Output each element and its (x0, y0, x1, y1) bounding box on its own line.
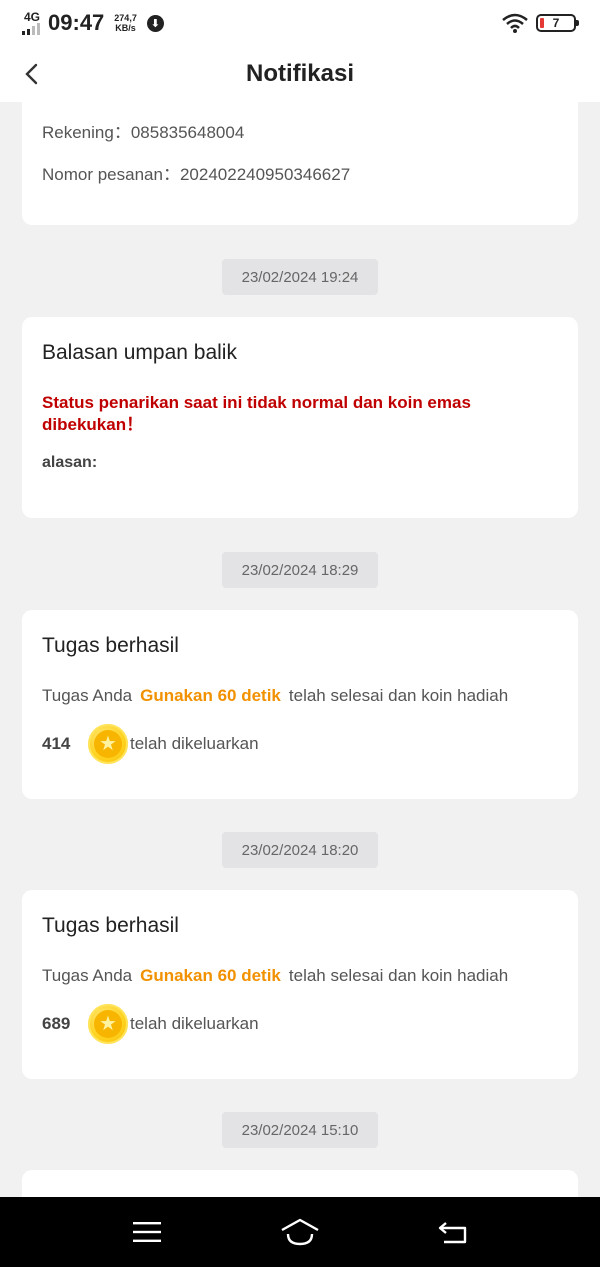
reward-row: 689 ★ telah dikeluarkan (42, 1002, 259, 1046)
page-title: Notifikasi (245, 60, 355, 87)
warning-text: Status penarikan saat ini tidak normal d… (42, 393, 471, 434)
clock: 09:47 (48, 10, 105, 35)
wifi-icon (502, 13, 528, 33)
system-nav-bar (0, 1197, 600, 1267)
notification-list[interactable]: Rekening：085835648004 Nomor pesanan：2024… (0, 102, 600, 1197)
reason-label: alasan: (42, 454, 98, 471)
chevron-left-icon[interactable] (18, 60, 44, 88)
notification-card: Rekening：085835648004 Nomor pesanan：2024… (22, 102, 578, 225)
date-badge: 23/02/2024 18:29 (222, 552, 378, 588)
notification-card[interactable]: Tugas berhasil Tugas Anda Gunakan 60 deti… (22, 610, 578, 799)
rekening-row: Rekening：085835648004 (42, 118, 244, 143)
reward-amount: 414 (42, 734, 71, 753)
task-text: Tugas Anda Gunakan 60 detik telah selesai … (42, 966, 508, 986)
card-title: Tugas berhasil (42, 634, 179, 657)
battery-icon: 7 (536, 14, 579, 32)
status-left: 4G 09:47 274,7 KB/s ⬇ (22, 10, 164, 36)
menu-icon[interactable] (125, 1214, 169, 1250)
back-icon[interactable] (431, 1214, 475, 1250)
reward-row: 414 ★ telah dikeluarkan (42, 722, 259, 766)
order-label: Nomor pesanan： (42, 165, 180, 184)
order-row: Nomor pesanan：202402240950346627 (42, 160, 350, 185)
notification-card[interactable] (22, 1170, 578, 1197)
gold-coin-icon: ★ (88, 724, 128, 764)
download-icon: ⬇ (146, 14, 164, 32)
date-badge: 23/02/2024 18:20 (222, 832, 378, 868)
rekening-label: Rekening： (42, 123, 131, 142)
card-title: Balasan umpan balik (42, 341, 237, 364)
speed-value: 274,7 (114, 13, 137, 23)
app-header: Notifikasi (0, 46, 600, 102)
task-suffix: telah selesai dan koin hadiah (288, 686, 509, 705)
status-bar: 4G 09:47 274,7 KB/s ⬇ 7 (0, 0, 600, 46)
status-right: 7 (502, 13, 579, 33)
task-highlight: Gunakan 60 detik (140, 686, 281, 705)
order-value: 202402240950346627 (179, 165, 351, 184)
network-indicator: 4G (22, 10, 41, 35)
network-type: 4G (24, 10, 41, 24)
notification-card[interactable]: Tugas berhasil Tugas Anda Gunakan 60 deti… (22, 890, 578, 1079)
speed-unit: KB/s (115, 23, 136, 33)
battery-percent: 7 (552, 16, 560, 30)
task-text: Tugas Anda Gunakan 60 detik telah selesai … (42, 686, 508, 706)
task-prefix: Tugas Anda (42, 966, 133, 985)
battery-level (540, 18, 544, 28)
date-badge: 23/02/2024 19:24 (222, 259, 378, 295)
reward-status: telah dikeluarkan (130, 734, 259, 753)
rekening-value: 085835648004 (130, 123, 245, 142)
task-prefix: Tugas Anda (42, 686, 133, 705)
signal-icon (22, 23, 40, 35)
date-badge: 23/02/2024 15:10 (222, 1112, 378, 1148)
task-suffix: telah selesai dan koin hadiah (288, 966, 509, 985)
home-icon[interactable] (278, 1214, 322, 1250)
gold-coin-icon: ★ (88, 1004, 128, 1044)
card-title: Tugas berhasil (42, 914, 179, 937)
notification-card[interactable]: Balasan umpan balik Status penarikan saa… (22, 317, 578, 518)
reward-status: telah dikeluarkan (130, 1014, 259, 1033)
reward-amount: 689 (42, 1014, 71, 1033)
network-speed: 274,7 KB/s (114, 13, 137, 33)
task-highlight: Gunakan 60 detik (140, 966, 281, 985)
